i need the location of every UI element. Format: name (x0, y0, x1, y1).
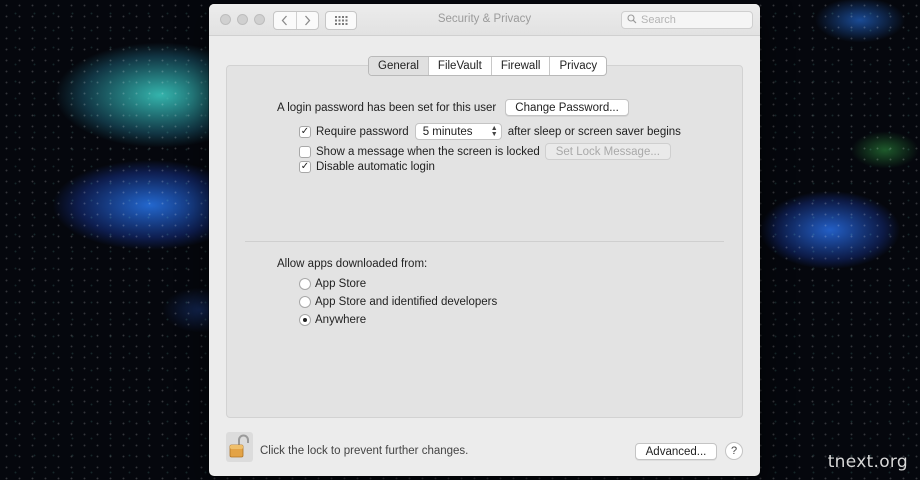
radio-app-store-row[interactable]: App Store (299, 278, 366, 290)
tab-filevault[interactable]: FileVault (427, 57, 491, 75)
search-icon (627, 13, 637, 27)
require-password-row: ✓ Require password 5 minutes ▲ ▼ after sl… (299, 123, 681, 140)
disable-auto-login-checkbox[interactable]: ✓ (299, 161, 311, 173)
require-password-suffix: after sleep or screen saver begins (507, 125, 681, 138)
checkmark-icon: ✓ (300, 125, 310, 137)
tab-bar: General FileVault Firewall Privacy (368, 56, 608, 76)
watermark: tnext.org (827, 452, 908, 472)
help-button[interactable]: ? (725, 442, 743, 460)
search-input[interactable] (641, 14, 741, 26)
radio-identified-developers[interactable] (299, 296, 311, 308)
search-field[interactable] (621, 11, 753, 29)
disable-auto-login-label: Disable automatic login (316, 161, 435, 173)
show-message-checkbox[interactable] (299, 145, 311, 158)
section-divider (245, 241, 724, 242)
lock-hint-text: Click the lock to prevent further change… (260, 445, 469, 457)
radio-app-store[interactable] (299, 278, 311, 290)
security-privacy-window: Security & Privacy General FileVault Fir… (209, 4, 760, 476)
show-message-row: Show a message when the screen is locked… (299, 143, 671, 160)
radio-anywhere-row[interactable]: Anywhere (299, 314, 366, 326)
require-password-checkbox[interactable]: ✓ (299, 125, 311, 138)
show-message-label: Show a message when the screen is locked (316, 145, 540, 158)
radio-anywhere-label: Anywhere (315, 314, 367, 326)
allow-apps-heading: Allow apps downloaded from: (277, 258, 428, 270)
tab-privacy[interactable]: Privacy (549, 57, 606, 75)
advanced-button[interactable]: Advanced... (635, 443, 717, 460)
radio-anywhere[interactable] (299, 314, 311, 326)
require-password-label: Require password (316, 125, 409, 138)
up-down-chevron-icon: ▲ ▼ (490, 124, 498, 138)
set-lock-message-button[interactable]: Set Lock Message... (544, 143, 671, 160)
require-password-delay-select[interactable]: 5 minutes ▲ ▼ (414, 123, 502, 140)
radio-app-store-label: App Store (315, 278, 367, 290)
allow-apps-heading-row: Allow apps downloaded from: (277, 258, 427, 270)
delay-value: 5 minutes (422, 125, 473, 138)
login-password-row: A login password has been set for this u… (277, 99, 629, 116)
title-bar: Security & Privacy (209, 4, 760, 36)
change-password-button[interactable]: Change Password... (505, 99, 629, 116)
radio-selected-dot (303, 318, 307, 322)
general-panel: A login password has been set for this u… (226, 65, 743, 418)
login-password-label: A login password has been set for this u… (277, 101, 497, 114)
tab-general[interactable]: General (369, 57, 428, 75)
disable-auto-login-row: ✓ Disable automatic login (299, 161, 435, 173)
radio-identified-developers-row[interactable]: App Store and identified developers (299, 296, 497, 308)
radio-identified-developers-label: App Store and identified developers (315, 296, 498, 308)
unlocked-padlock-icon[interactable] (226, 432, 253, 462)
checkmark-icon: ✓ (300, 161, 310, 172)
tab-firewall[interactable]: Firewall (490, 57, 550, 75)
